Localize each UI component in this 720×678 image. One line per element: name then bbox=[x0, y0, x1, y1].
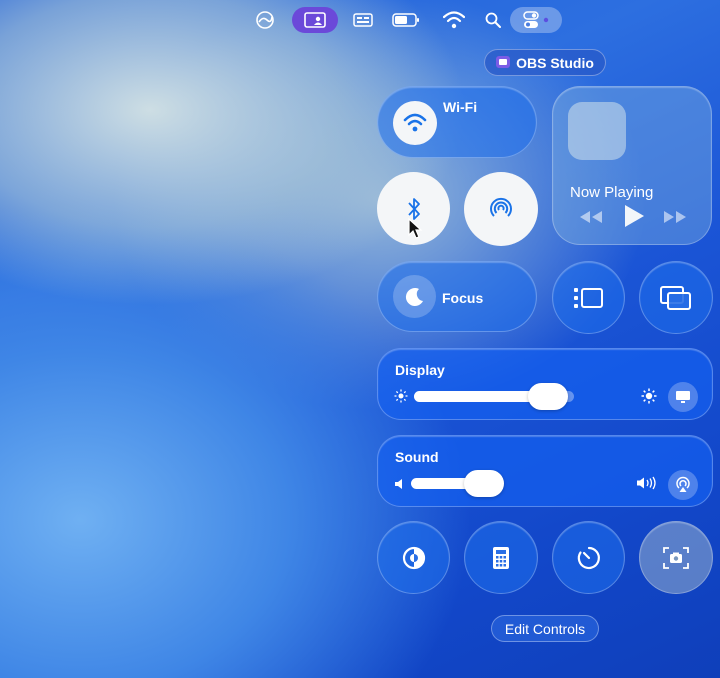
stage-manager-toggle[interactable] bbox=[552, 261, 625, 334]
next-track-button[interactable] bbox=[661, 209, 689, 230]
wifi-tile-icon bbox=[403, 113, 427, 132]
volume-low-icon bbox=[394, 477, 406, 495]
menu-bar bbox=[0, 0, 720, 40]
focus-label: Focus bbox=[442, 290, 484, 306]
accessibility-shortcut-toggle[interactable] bbox=[377, 521, 450, 594]
wifi-toggle[interactable] bbox=[393, 101, 437, 145]
screenshot-button[interactable] bbox=[639, 521, 713, 594]
wifi-tile[interactable]: Wi-Fi bbox=[377, 86, 537, 158]
battery-icon[interactable] bbox=[391, 7, 421, 33]
previous-track-button[interactable] bbox=[577, 209, 605, 230]
focus-toggle[interactable] bbox=[393, 275, 436, 318]
display-settings-button[interactable] bbox=[668, 382, 698, 412]
spotlight-icon[interactable] bbox=[482, 7, 504, 33]
timer-icon bbox=[577, 546, 600, 569]
control-center-icon[interactable] bbox=[510, 7, 562, 33]
calculator-icon bbox=[493, 546, 509, 569]
play-button[interactable] bbox=[623, 204, 645, 233]
screen-mirroring-toggle[interactable] bbox=[639, 261, 713, 334]
moon-icon bbox=[405, 287, 423, 306]
airdrop-toggle[interactable] bbox=[464, 172, 538, 246]
brightness-high-icon bbox=[641, 388, 657, 409]
wifi-icon[interactable] bbox=[441, 7, 467, 33]
dark-mode-icon bbox=[402, 546, 425, 569]
airplay-audio-icon bbox=[676, 476, 690, 492]
calculator-button[interactable] bbox=[464, 521, 538, 594]
obs-label: OBS Studio bbox=[516, 54, 594, 71]
airdrop-icon bbox=[490, 197, 512, 217]
now-playing-label: Now Playing bbox=[570, 184, 654, 201]
stage-manager-icon[interactable] bbox=[252, 7, 278, 33]
screen-share-icon[interactable] bbox=[292, 7, 338, 33]
brightness-slider[interactable] bbox=[414, 383, 574, 410]
screenshot-camera-icon bbox=[663, 546, 689, 569]
volume-slider-knob[interactable] bbox=[463, 470, 504, 497]
album-artwork bbox=[568, 102, 626, 160]
screen-recording-indicator[interactable]: OBS Studio bbox=[484, 49, 606, 76]
obs-app-icon bbox=[496, 55, 511, 71]
audio-output-button[interactable] bbox=[668, 470, 698, 500]
sound-label: Sound bbox=[395, 449, 439, 465]
sound-module: Sound bbox=[377, 435, 713, 507]
display-label: Display bbox=[395, 362, 445, 378]
screen-mirroring-icon bbox=[660, 285, 691, 310]
brightness-low-icon bbox=[394, 389, 408, 408]
volume-slider[interactable] bbox=[411, 470, 639, 497]
display-module: Display bbox=[377, 348, 713, 420]
keyboard-layout-icon[interactable] bbox=[351, 7, 375, 33]
timer-button[interactable] bbox=[552, 521, 625, 594]
mouse-cursor bbox=[408, 217, 424, 245]
brightness-slider-knob[interactable] bbox=[528, 383, 569, 410]
now-playing-tile[interactable]: Now Playing bbox=[552, 86, 712, 245]
wifi-label: Wi-Fi bbox=[443, 99, 478, 115]
focus-tile[interactable]: Focus bbox=[377, 261, 537, 332]
monitor-icon bbox=[676, 391, 690, 403]
edit-controls-button[interactable]: Edit Controls bbox=[491, 615, 599, 642]
stage-manager-tile-icon bbox=[573, 287, 603, 308]
volume-high-icon bbox=[636, 476, 658, 495]
